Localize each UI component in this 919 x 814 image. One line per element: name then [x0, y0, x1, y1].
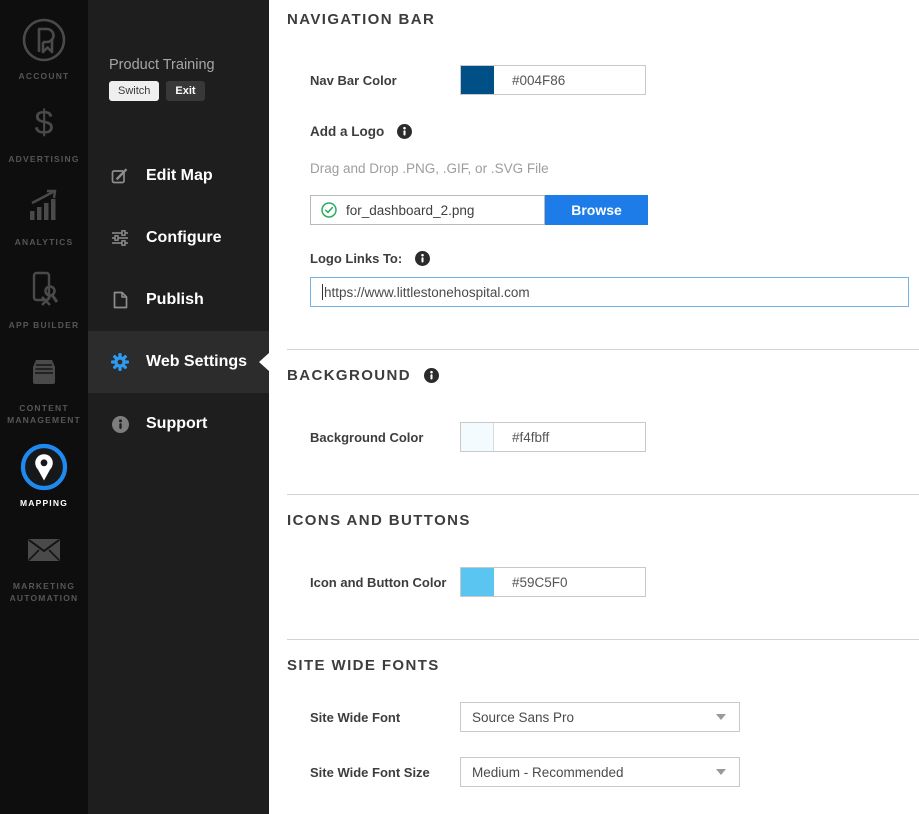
section-title-background: BACKGROUND — [287, 367, 919, 384]
envelope-icon — [26, 524, 62, 576]
section-title-text: BACKGROUND — [287, 367, 411, 384]
section-title-site-wide-fonts: SITE WIDE FONTS — [287, 657, 919, 674]
check-circle-icon — [321, 202, 337, 218]
logo-links-header: Logo Links To: — [310, 251, 919, 266]
info-icon[interactable] — [397, 124, 412, 139]
rail-item-analytics[interactable]: ANALYTICS — [0, 180, 88, 248]
gear-icon — [111, 353, 129, 371]
section-title-text: NAVIGATION BAR — [287, 11, 435, 28]
rail-label: ACCOUNT — [2, 70, 86, 82]
logo-links-input[interactable]: https://www.littlestonehospital.com — [310, 277, 909, 307]
site-wide-font-label: Site Wide Font — [310, 710, 460, 725]
project-sidebar: Product Training Switch Exit Edit Map — [88, 0, 269, 814]
sidebar-item-edit-map[interactable]: Edit Map — [88, 145, 269, 207]
pencil-icon — [111, 167, 129, 185]
archive-box-icon — [25, 346, 63, 398]
background-color-input[interactable]: #f4fbff — [460, 422, 646, 452]
exit-button[interactable]: Exit — [166, 81, 204, 101]
rail-item-content-management[interactable]: CONTENT MANAGEMENT — [0, 346, 88, 426]
icon-button-color-label: Icon and Button Color — [310, 575, 460, 590]
sidebar-item-publish[interactable]: Publish — [88, 269, 269, 331]
info-circle-icon — [111, 416, 129, 433]
icon-button-color-swatch[interactable] — [461, 568, 494, 596]
rail-item-app-builder[interactable]: APP BUILDER — [0, 263, 88, 331]
sidebar-item-label: Support — [146, 415, 207, 433]
add-logo-header: Add a Logo — [310, 124, 919, 139]
section-title-icons-buttons: ICONS AND BUTTONS — [287, 512, 919, 529]
sidebar-item-support[interactable]: Support — [88, 393, 269, 455]
sidebar-item-label: Web Settings — [146, 353, 247, 371]
nav-bar-color-label: Nav Bar Color — [310, 73, 460, 88]
section-divider — [287, 639, 919, 640]
icon-button-color-value: #59C5F0 — [512, 575, 568, 590]
app-rail: ACCOUNT $ ADVERTISING ANALYTICS — [0, 0, 88, 814]
rail-item-account[interactable]: ACCOUNT — [0, 14, 88, 82]
background-color-swatch[interactable] — [461, 423, 494, 451]
rail-item-mapping[interactable]: MAPPING — [0, 441, 88, 509]
nav-bar-color-value: #004F86 — [512, 73, 565, 88]
background-color-value: #f4fbff — [512, 430, 549, 445]
icon-button-color-input[interactable]: #59C5F0 — [460, 567, 646, 597]
logo-file-row: for_dashboard_2.png Browse — [310, 195, 919, 225]
web-settings-panel: NAVIGATION BAR Nav Bar Color #004F86 Add… — [269, 0, 919, 814]
nav-bar-color-swatch[interactable] — [461, 66, 494, 94]
logo-links-value: https://www.littlestonehospital.com — [324, 285, 530, 300]
logo-file-input[interactable]: for_dashboard_2.png — [310, 195, 545, 225]
rail-item-advertising[interactable]: $ ADVERTISING — [0, 97, 88, 165]
info-icon[interactable] — [415, 251, 430, 266]
site-wide-font-size-label: Site Wide Font Size — [310, 765, 460, 780]
bar-chart-icon — [26, 180, 62, 232]
icon-button-color-row: Icon and Button Color #59C5F0 — [310, 567, 919, 597]
rail-label: MAPPING — [2, 497, 86, 509]
background-color-label: Background Color — [310, 430, 460, 445]
sidebar-item-label: Configure — [146, 229, 222, 247]
browse-button[interactable]: Browse — [545, 195, 648, 225]
text-cursor — [322, 284, 323, 300]
rail-label: APP BUILDER — [2, 319, 86, 331]
section-title-text: ICONS AND BUTTONS — [287, 512, 471, 529]
background-color-row: Background Color #f4fbff — [310, 422, 919, 452]
sidebar-item-label: Edit Map — [146, 167, 213, 185]
site-wide-font-row: Site Wide Font Source Sans Pro — [310, 702, 919, 732]
project-header: Product Training Switch Exit — [88, 57, 269, 101]
rail-label: ANALYTICS — [2, 236, 86, 248]
site-wide-font-size-select[interactable]: Medium - Recommended — [460, 757, 740, 787]
sidebar-nav: Edit Map Configure Publish — [88, 145, 269, 455]
section-divider — [287, 349, 919, 350]
account-icon — [19, 14, 69, 66]
nav-bar-color-row: Nav Bar Color #004F86 — [310, 65, 919, 95]
chevron-down-icon — [716, 714, 726, 720]
app-builder-icon — [27, 263, 61, 315]
chevron-down-icon — [716, 769, 726, 775]
rail-label: MARKETING AUTOMATION — [2, 580, 86, 604]
rail-item-marketing-automation[interactable]: MARKETING AUTOMATION — [0, 524, 88, 604]
info-icon[interactable] — [424, 368, 439, 383]
site-wide-font-select[interactable]: Source Sans Pro — [460, 702, 740, 732]
rail-label: CONTENT MANAGEMENT — [2, 402, 86, 426]
section-title-text: SITE WIDE FONTS — [287, 657, 440, 674]
document-icon — [111, 291, 129, 309]
site-wide-font-size-value: Medium - Recommended — [472, 765, 624, 780]
switch-button[interactable]: Switch — [109, 81, 159, 101]
site-wide-font-size-row: Site Wide Font Size Medium - Recommended — [310, 757, 919, 787]
sidebar-item-label: Publish — [146, 291, 204, 309]
drop-hint-text: Drag and Drop .PNG, .GIF, or .SVG File — [310, 161, 919, 176]
sidebar-item-web-settings[interactable]: Web Settings — [88, 331, 269, 393]
active-item-pointer — [259, 353, 269, 371]
section-divider — [287, 494, 919, 495]
section-title-navigation-bar: NAVIGATION BAR — [287, 11, 919, 28]
sliders-icon — [111, 230, 129, 246]
project-title: Product Training — [109, 57, 269, 73]
add-logo-label: Add a Logo — [310, 124, 384, 139]
logo-file-name: for_dashboard_2.png — [346, 203, 474, 218]
nav-bar-color-input[interactable]: #004F86 — [460, 65, 646, 95]
rail-label: ADVERTISING — [2, 153, 86, 165]
dollar-icon: $ — [35, 97, 54, 149]
site-wide-font-value: Source Sans Pro — [472, 710, 574, 725]
logo-links-label: Logo Links To: — [310, 251, 402, 266]
sidebar-item-configure[interactable]: Configure — [88, 207, 269, 269]
map-pin-icon — [18, 441, 70, 493]
